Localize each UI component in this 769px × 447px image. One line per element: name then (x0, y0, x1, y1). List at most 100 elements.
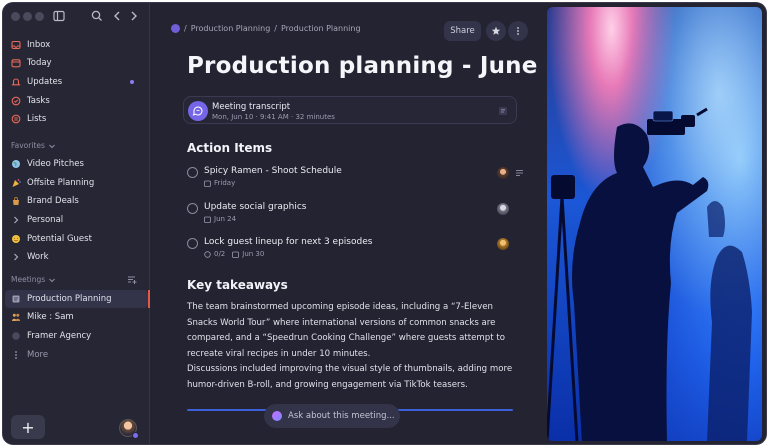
sidebar-item-mike-sam[interactable]: Mike : Sam (5, 308, 148, 326)
action-items-heading: Action Items (187, 141, 273, 155)
meetings-section-label[interactable]: Meetings (11, 275, 56, 284)
assignee-avatar[interactable] (497, 203, 509, 215)
sidebar-item-potential-guest[interactable]: Potential Guest (5, 230, 148, 248)
window-zoom-dot[interactable] (35, 12, 44, 21)
filter-list-icon[interactable] (127, 275, 137, 284)
task-title[interactable]: Lock guest lineup for next 3 episodes (204, 237, 372, 247)
more-vertical-icon (15, 351, 17, 359)
more-options-button[interactable] (508, 21, 528, 41)
task-checkbox[interactable] (187, 167, 198, 178)
sidebar-item-label: Potential Guest (27, 234, 92, 244)
calendar-icon (232, 251, 240, 258)
window-close-dot[interactable] (11, 12, 20, 21)
task-title[interactable]: Update social graphics (204, 202, 306, 212)
sidebar-item-tasks[interactable]: Tasks (5, 92, 148, 110)
task-item[interactable]: Spicy Ramen - Shoot Schedule Friday (187, 165, 523, 193)
cover-photo (547, 7, 762, 441)
favorite-button[interactable] (486, 21, 506, 41)
sidebar-item-label: Personal (27, 215, 64, 225)
active-indicator (148, 290, 150, 308)
task-item[interactable]: Update social graphics Jun 24 (187, 201, 517, 229)
favorites-section-label[interactable]: Favorites (11, 141, 56, 150)
breadcrumb-item[interactable]: Production Planning (281, 24, 361, 33)
sidebar-item-today[interactable]: Today (5, 54, 148, 72)
chevron-right-icon[interactable] (11, 252, 21, 262)
sidebar-item-work[interactable]: Work (5, 248, 148, 266)
sidebar-item-label: Today (27, 58, 52, 68)
page-title: Production planning - June (187, 53, 538, 79)
sidebar-item-lists[interactable]: Lists (5, 110, 148, 128)
task-title[interactable]: Spicy Ramen - Shoot Schedule (204, 166, 342, 176)
ai-sparkle-icon (272, 411, 282, 421)
star-icon (491, 26, 501, 35)
transcript-icon (188, 101, 208, 121)
workspace-logo-icon[interactable] (171, 24, 180, 33)
calendar-icon (204, 216, 211, 223)
sidebar: Inbox Today Updates Tasks Lists Favorite… (3, 3, 150, 444)
takeaway-paragraph: Discussions included improving the visua… (187, 364, 513, 390)
notes-icon[interactable] (515, 169, 524, 177)
sidebar-item-label: Inbox (27, 40, 51, 50)
bell-icon (11, 78, 21, 86)
takeaway-paragraph: The team brainstormed upcoming episode i… (187, 302, 505, 359)
chevron-down-icon (49, 144, 55, 148)
status-badge (132, 432, 139, 439)
sidebar-item-label: Mike : Sam (27, 312, 74, 322)
people-icon (12, 313, 21, 321)
check-circle-icon (11, 96, 21, 106)
more-vertical-icon (517, 27, 519, 35)
sidebar-item-label: More (27, 350, 49, 360)
sidebar-item-label: Offsite Planning (27, 178, 95, 188)
main-content: / Production Planning / Production Plann… (151, 3, 540, 444)
sidebar-item-framer-agency[interactable]: Framer Agency (5, 327, 148, 345)
sidebar-item-label: Video Pitches (27, 159, 84, 169)
breadcrumb-item[interactable]: Production Planning (191, 24, 271, 33)
assignee-avatar[interactable] (497, 167, 509, 179)
chevron-right-icon[interactable] (11, 215, 21, 225)
sidebar-item-brand-deals[interactable]: Brand Deals (5, 192, 148, 210)
share-button[interactable]: Share (444, 21, 481, 41)
task-item[interactable]: Lock guest lineup for next 3 episodes 0/… (187, 236, 517, 264)
sidebar-item-production-planning[interactable]: Production Planning (5, 290, 150, 308)
inbox-icon (11, 40, 21, 50)
task-meta: Jun 24 (204, 215, 236, 223)
bag-icon (13, 197, 19, 205)
unread-dot (130, 80, 134, 84)
sidebar-item-label: Tasks (27, 96, 50, 106)
subtasks-icon (204, 250, 211, 258)
sidebar-item-updates[interactable]: Updates (5, 73, 148, 91)
transcript-title: Meeting transcript (212, 102, 291, 112)
list-icon (11, 114, 21, 124)
sidebar-item-video-pitches[interactable]: Video Pitches (5, 155, 148, 173)
document-icon (12, 295, 20, 303)
forward-arrow-icon[interactable] (127, 9, 141, 23)
sidebar-item-personal[interactable]: Personal (5, 211, 148, 229)
sidebar-item-label: Brand Deals (27, 196, 79, 206)
task-meta: 0/2 Jun 30 (204, 250, 264, 258)
transcript-meta: Mon, Jun 10 · 9:41 AM · 32 minutes (212, 113, 335, 121)
assignee-avatar[interactable] (497, 238, 509, 250)
task-checkbox[interactable] (187, 238, 198, 249)
sidebar-item-more[interactable]: More (5, 346, 148, 364)
ask-meeting-input[interactable]: Ask about this meeting... (264, 404, 400, 428)
circle-icon (12, 332, 20, 340)
sidebar-item-label: Updates (27, 77, 63, 87)
back-arrow-icon[interactable] (110, 9, 124, 23)
search-icon[interactable] (90, 9, 104, 23)
sidebar-item-label: Production Planning (27, 294, 112, 304)
app-window: Inbox Today Updates Tasks Lists Favorite… (3, 3, 766, 444)
breadcrumb: / Production Planning / Production Plann… (171, 24, 361, 33)
camera-operator-silhouette-image (547, 7, 762, 441)
task-checkbox[interactable] (187, 203, 198, 214)
face-icon (12, 235, 20, 243)
sidebar-toggle-icon[interactable] (52, 9, 66, 23)
sidebar-item-label: Work (27, 252, 49, 262)
sidebar-item-label: Lists (27, 114, 47, 124)
chevron-down-icon (49, 278, 56, 282)
add-button[interactable]: + (11, 415, 45, 439)
sidebar-item-inbox[interactable]: Inbox (5, 36, 148, 54)
sidebar-item-offsite-planning[interactable]: Offsite Planning (5, 174, 148, 192)
notes-icon[interactable] (498, 106, 508, 116)
meeting-transcript-card[interactable]: Meeting transcript Mon, Jun 10 · 9:41 AM… (183, 96, 517, 124)
window-minimize-dot[interactable] (23, 12, 32, 21)
